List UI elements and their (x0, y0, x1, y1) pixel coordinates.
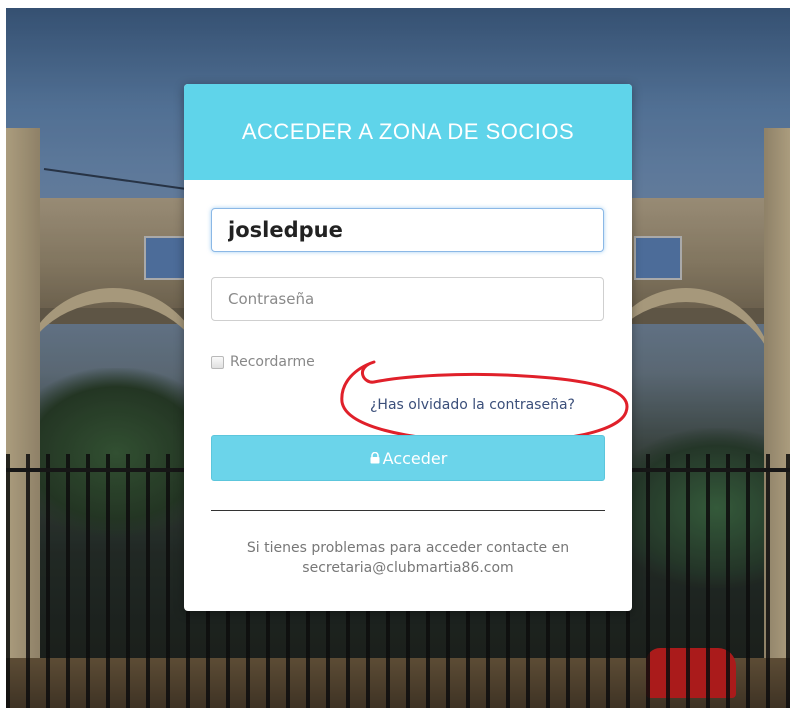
acceder-label: Acceder (382, 448, 448, 468)
acceder-button[interactable]: Acceder (211, 435, 605, 481)
remember-checkbox[interactable] (211, 355, 224, 369)
remember-me[interactable]: Recordarme (211, 354, 315, 370)
remember-label: Recordarme (230, 354, 315, 370)
password-input[interactable] (211, 277, 604, 321)
support-email: secretaria@clubmartia86.com (302, 560, 514, 576)
login-title: ACCEDER A ZONA DE SOCIOS (241, 119, 575, 144)
help-text: Si tienes problemas para acceder contact… (211, 538, 605, 578)
login-header: ACCEDER A ZONA DE SOCIOS (184, 84, 632, 180)
divider (211, 510, 605, 511)
help-line-1: Si tienes problemas para acceder contact… (246, 540, 570, 556)
forgot-password-link[interactable]: ¿Has olvidado la contraseña? (370, 397, 575, 413)
login-card: ACCEDER A ZONA DE SOCIOS Recordarme ¿Has… (184, 84, 632, 611)
username-input[interactable] (211, 208, 604, 252)
lock-icon (369, 452, 381, 464)
